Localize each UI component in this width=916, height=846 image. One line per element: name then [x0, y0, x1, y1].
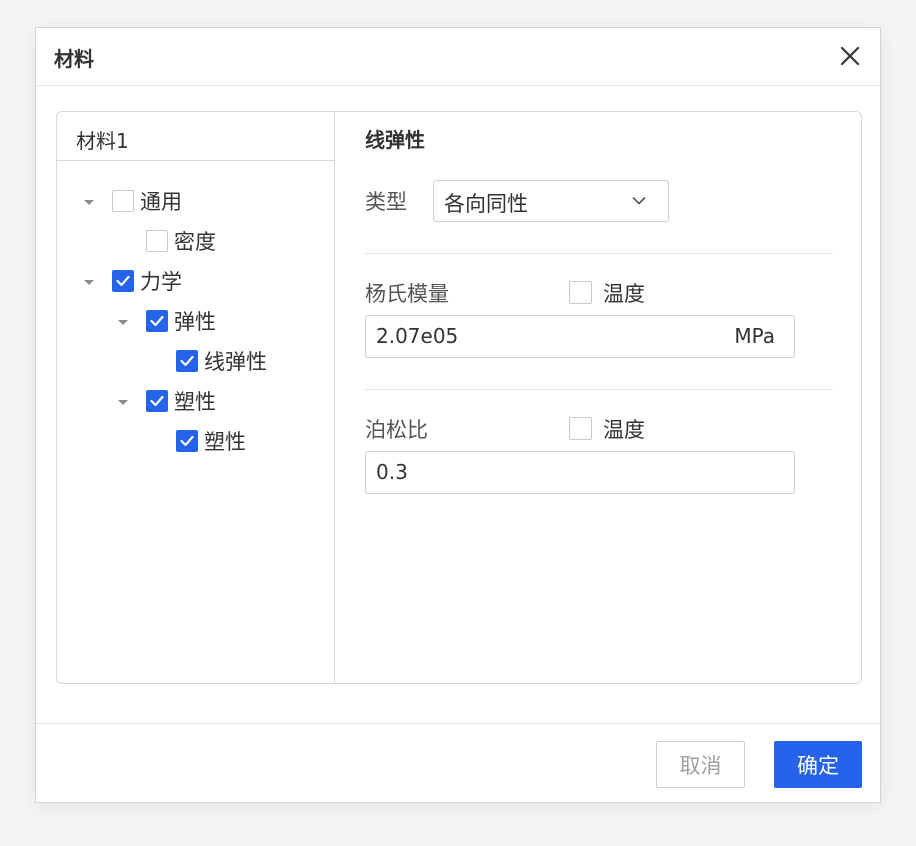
tree-checkbox-mechanics[interactable] — [112, 270, 134, 292]
check-icon — [150, 315, 164, 327]
type-label: 类型 — [365, 190, 407, 214]
caret-down-icon[interactable] — [84, 280, 94, 285]
caret-down-icon[interactable] — [118, 400, 128, 405]
close-icon[interactable] — [837, 43, 863, 69]
chevron-down-icon — [632, 197, 646, 205]
check-icon — [180, 435, 194, 447]
tree-checkbox-elastic[interactable] — [146, 310, 168, 332]
tree-item-plastic-child[interactable]: 塑性 — [204, 426, 246, 456]
divider — [365, 389, 833, 390]
type-select[interactable]: 各向同性 — [433, 180, 669, 222]
tree-checkbox-general[interactable] — [112, 190, 134, 212]
dialog-titlebar: 材料 — [36, 28, 880, 86]
tree-item-general[interactable]: 通用 — [140, 186, 182, 216]
check-icon — [150, 395, 164, 407]
tree-checkbox-plastic-child[interactable] — [176, 430, 198, 452]
youngs-temperature-checkbox[interactable] — [569, 281, 592, 304]
tree-item-elastic[interactable]: 弹性 — [174, 306, 216, 336]
tree-item-mechanics[interactable]: 力学 — [140, 266, 182, 296]
tree-item-density[interactable]: 密度 — [174, 226, 216, 256]
youngs-modulus-label: 杨氏模量 — [365, 282, 449, 306]
poisson-ratio-label: 泊松比 — [365, 418, 428, 442]
section-title: 线弹性 — [365, 128, 425, 152]
check-icon — [116, 275, 130, 287]
tree-checkbox-density[interactable] — [146, 230, 168, 252]
tree-header-label: 材料1 — [76, 129, 129, 153]
poisson-ratio-input[interactable]: 0.3 — [365, 451, 795, 494]
caret-down-icon[interactable] — [84, 200, 94, 205]
youngs-modulus-input[interactable]: 2.07e05 MPa — [365, 315, 795, 358]
type-select-value: 各向同性 — [444, 192, 528, 216]
material-dialog: 材料 材料1 通用 密度 力学 弹性 线弹性 塑性 塑性 线弹性 类型 各向同性… — [35, 27, 881, 803]
tree-checkbox-plastic[interactable] — [146, 390, 168, 412]
tree-item-linear-elastic[interactable]: 线弹性 — [204, 346, 267, 376]
dialog-title: 材料 — [54, 47, 94, 71]
poisson-ratio-value: 0.3 — [376, 460, 408, 484]
check-icon — [180, 355, 194, 367]
dialog-footer: 取消 确定 — [36, 723, 880, 803]
tree-checkbox-linear-elastic[interactable] — [176, 350, 198, 372]
material-panel: 材料1 通用 密度 力学 弹性 线弹性 塑性 塑性 线弹性 类型 各向同性 杨氏… — [56, 111, 862, 684]
poisson-temperature-label: 温度 — [603, 418, 645, 442]
tree-header: 材料1 — [57, 112, 334, 161]
divider — [365, 253, 833, 254]
poisson-temperature-checkbox[interactable] — [569, 417, 592, 440]
youngs-temperature-label: 温度 — [603, 282, 645, 306]
ok-button[interactable]: 确定 — [774, 741, 862, 788]
material-tree: 材料1 通用 密度 力学 弹性 线弹性 塑性 塑性 — [57, 112, 335, 683]
tree-item-plastic[interactable]: 塑性 — [174, 386, 216, 416]
caret-down-icon[interactable] — [118, 320, 128, 325]
youngs-modulus-value: 2.07e05 — [376, 324, 459, 348]
youngs-modulus-unit: MPa — [734, 324, 775, 348]
cancel-button[interactable]: 取消 — [656, 741, 745, 788]
